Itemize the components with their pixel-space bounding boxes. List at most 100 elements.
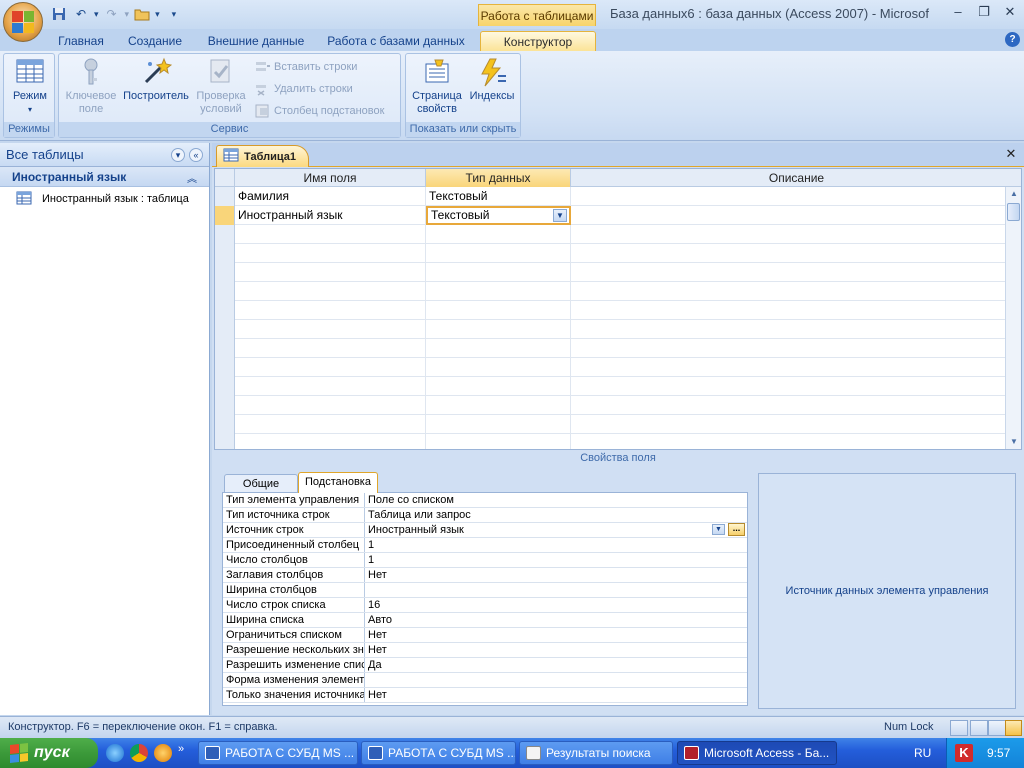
field-name-cell[interactable] bbox=[235, 339, 426, 358]
description-cell[interactable] bbox=[571, 225, 1007, 244]
field-name-cell[interactable]: Фамилия bbox=[235, 187, 426, 206]
view-button[interactable]: Режим ▾ bbox=[8, 56, 52, 116]
table-row[interactable] bbox=[215, 396, 1007, 415]
row-selector[interactable] bbox=[215, 263, 235, 282]
field-name-cell[interactable] bbox=[235, 282, 426, 301]
chevron-down-icon[interactable]: ▼ bbox=[712, 524, 725, 535]
clock[interactable]: 9:57 bbox=[987, 746, 1010, 760]
field-name-cell[interactable] bbox=[235, 358, 426, 377]
description-cell[interactable] bbox=[571, 282, 1007, 301]
undo-dropdown-icon[interactable]: ▾ bbox=[94, 9, 99, 20]
nav-group-header[interactable]: Иностранный язык ︽ bbox=[0, 167, 209, 187]
tab-lookup[interactable]: Подстановка bbox=[298, 472, 378, 493]
primary-key-button[interactable]: Ключевое поле bbox=[61, 56, 121, 116]
tab-external-data[interactable]: Внешние данные bbox=[200, 31, 312, 51]
row-selector[interactable] bbox=[215, 206, 235, 225]
property-value[interactable] bbox=[365, 673, 747, 687]
data-type-cell[interactable] bbox=[426, 320, 571, 339]
column-header-description[interactable]: Описание bbox=[571, 169, 1021, 187]
property-value[interactable]: 16 bbox=[365, 598, 747, 612]
table-row[interactable] bbox=[215, 301, 1007, 320]
description-cell[interactable] bbox=[571, 377, 1007, 396]
property-row[interactable]: Форма изменения элементов списка bbox=[223, 673, 747, 688]
row-selector[interactable] bbox=[215, 339, 235, 358]
property-row[interactable]: Тип источника строк Таблица или запрос bbox=[223, 508, 747, 523]
row-selector[interactable] bbox=[215, 320, 235, 339]
row-selector[interactable] bbox=[215, 358, 235, 377]
row-selector[interactable] bbox=[215, 225, 235, 244]
property-row[interactable]: Разрешить изменение списка значенийДа bbox=[223, 658, 747, 673]
data-type-cell[interactable] bbox=[426, 225, 571, 244]
indexes-button[interactable]: Индексы bbox=[466, 56, 518, 103]
data-type-cell[interactable] bbox=[426, 396, 571, 415]
property-value[interactable]: Иностранный язык ▼... bbox=[365, 523, 747, 537]
property-value[interactable]: Авто bbox=[365, 613, 747, 627]
help-icon[interactable]: ? bbox=[1005, 32, 1020, 47]
description-cell[interactable] bbox=[571, 244, 1007, 263]
table-row[interactable] bbox=[215, 282, 1007, 301]
property-value[interactable]: 1 bbox=[365, 538, 747, 552]
property-sheet-button[interactable]: Страница свойств bbox=[408, 56, 466, 116]
column-header-data-type[interactable]: Тип данных bbox=[426, 169, 571, 187]
media-player-icon[interactable] bbox=[154, 744, 172, 762]
kaspersky-icon[interactable]: K bbox=[955, 744, 973, 762]
table-row[interactable] bbox=[215, 263, 1007, 282]
property-value[interactable]: Да bbox=[365, 658, 747, 672]
group-collapse-icon[interactable]: ︽ bbox=[187, 170, 197, 185]
property-value[interactable] bbox=[365, 583, 747, 597]
tab-general[interactable]: Общие bbox=[224, 474, 298, 492]
property-value[interactable]: Поле со списком bbox=[365, 493, 747, 507]
tab-database-tools[interactable]: Работа с базами данных bbox=[322, 31, 470, 51]
task-button-search[interactable]: Результаты поиска bbox=[519, 741, 673, 765]
description-cell[interactable] bbox=[571, 434, 1007, 449]
field-name-cell[interactable] bbox=[235, 225, 426, 244]
field-name-cell[interactable] bbox=[235, 301, 426, 320]
property-value[interactable]: 1 bbox=[365, 553, 747, 567]
design-view-icon[interactable] bbox=[1005, 720, 1022, 736]
data-type-cell[interactable] bbox=[426, 434, 571, 449]
field-name-cell[interactable] bbox=[235, 263, 426, 282]
insert-rows-button[interactable]: Вставить строки bbox=[255, 58, 357, 76]
row-selector[interactable] bbox=[215, 282, 235, 301]
property-row[interactable]: Тип элемента управления Поле со списком bbox=[223, 493, 747, 508]
property-row[interactable]: Число столбцов 1 bbox=[223, 553, 747, 568]
datasheet-view-icon[interactable] bbox=[950, 720, 968, 736]
property-value[interactable]: Нет bbox=[365, 628, 747, 642]
property-value[interactable]: Таблица или запрос bbox=[365, 508, 747, 522]
row-selector[interactable] bbox=[215, 377, 235, 396]
field-name-cell[interactable] bbox=[235, 415, 426, 434]
data-type-cell[interactable] bbox=[426, 358, 571, 377]
nav-collapse-icon[interactable]: « bbox=[189, 148, 203, 162]
property-row[interactable]: Разрешение нескольких значенийНет bbox=[223, 643, 747, 658]
table-row[interactable]: Фамилия Текстовый bbox=[215, 187, 1007, 206]
more-icon[interactable]: » bbox=[178, 744, 184, 762]
property-row[interactable]: Заглавия столбцов Нет bbox=[223, 568, 747, 583]
description-cell[interactable] bbox=[571, 358, 1007, 377]
property-row[interactable]: Число строк списка 16 bbox=[223, 598, 747, 613]
grid-corner[interactable] bbox=[215, 169, 235, 187]
open-folder-icon[interactable] bbox=[133, 5, 151, 23]
nav-item-table[interactable]: Иностранный язык : таблица bbox=[0, 189, 209, 209]
nav-menu-dropdown-icon[interactable]: ▾ bbox=[171, 148, 185, 162]
description-cell[interactable] bbox=[571, 263, 1007, 282]
scroll-up-icon[interactable]: ▲ bbox=[1006, 187, 1021, 201]
property-row[interactable]: Присоединенный столбец 1 bbox=[223, 538, 747, 553]
field-name-cell[interactable] bbox=[235, 244, 426, 263]
builder-ellipsis-icon[interactable]: ... bbox=[728, 523, 745, 536]
property-value[interactable]: Нет bbox=[365, 688, 747, 702]
minimize-icon[interactable]: – bbox=[950, 4, 966, 20]
row-selector[interactable] bbox=[215, 244, 235, 263]
table-row[interactable] bbox=[215, 320, 1007, 339]
data-type-cell[interactable] bbox=[426, 339, 571, 358]
table-row[interactable] bbox=[215, 377, 1007, 396]
field-name-cell[interactable]: Иностранный язык bbox=[235, 206, 426, 225]
builder-button[interactable]: Построитель bbox=[121, 56, 191, 103]
start-button[interactable]: пуск bbox=[0, 738, 98, 768]
data-type-cell[interactable] bbox=[426, 377, 571, 396]
restore-icon[interactable]: ❐ bbox=[976, 4, 992, 20]
pivottable-view-icon[interactable] bbox=[970, 720, 988, 736]
data-type-combo[interactable]: Текстовый ▼ bbox=[426, 206, 571, 225]
task-button-access[interactable]: Microsoft Access - Ба... bbox=[677, 741, 837, 765]
grid-scrollbar[interactable]: ▲ ▼ bbox=[1005, 187, 1021, 449]
open-dropdown-icon[interactable]: ▾ bbox=[155, 9, 160, 20]
